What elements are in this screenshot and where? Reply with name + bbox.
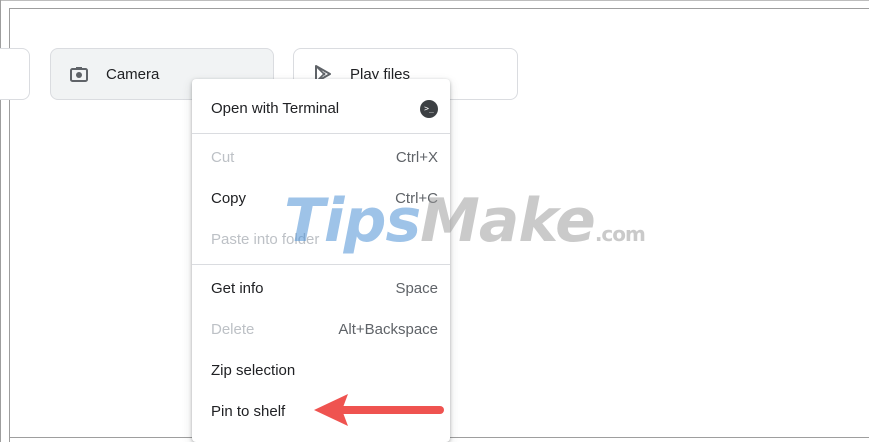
camera-icon	[69, 64, 89, 84]
menu-item-label: Cut	[211, 149, 235, 166]
menu-item-shortcut: Ctrl+X	[395, 149, 438, 166]
menu-item-label: Zip selection	[211, 362, 296, 379]
menu-item-label: Copy	[211, 190, 247, 207]
menu-item-zip-selection[interactable]: Zip selection	[192, 350, 450, 391]
menu-item-shortcut: Space	[395, 280, 438, 297]
menu-item-label: Get info	[211, 280, 264, 297]
menu-item-delete: Delete Alt+Backspace	[192, 309, 450, 350]
files-app-window: Camera Play files Open with Terminal >_ …	[0, 0, 869, 442]
folder-tile-label: Camera	[106, 65, 160, 83]
menu-separator	[192, 133, 450, 134]
frame-edge-top	[0, 0, 869, 1]
menu-item-copy[interactable]: Copy Ctrl+C	[192, 178, 450, 219]
menu-item-pin-to-shelf[interactable]: Pin to shelf	[192, 391, 450, 432]
menu-item-label: Open with Terminal	[211, 100, 340, 117]
menu-item-get-info[interactable]: Get info Space	[192, 268, 450, 309]
menu-item-shortcut: Alt+Backspace	[338, 321, 438, 338]
menu-separator	[192, 264, 450, 265]
watermark-part: .com	[594, 222, 646, 246]
menu-item-paste-into-folder: Paste into folder	[192, 219, 450, 260]
terminal-icon: >_	[420, 99, 438, 118]
menu-item-label: Pin to shelf	[211, 403, 286, 420]
context-menu: Open with Terminal >_ Cut Ctrl+X Copy Ct…	[192, 79, 450, 442]
menu-item-cut: Cut Ctrl+X	[192, 137, 450, 178]
menu-item-shortcut: Ctrl+C	[395, 190, 438, 207]
menu-item-label: Delete	[211, 321, 255, 338]
menu-item-label: Paste into folder	[211, 231, 320, 248]
menu-item-open-with-terminal[interactable]: Open with Terminal >_	[192, 88, 450, 129]
folder-tile-partial[interactable]	[0, 48, 30, 100]
content-border-top	[9, 8, 869, 9]
